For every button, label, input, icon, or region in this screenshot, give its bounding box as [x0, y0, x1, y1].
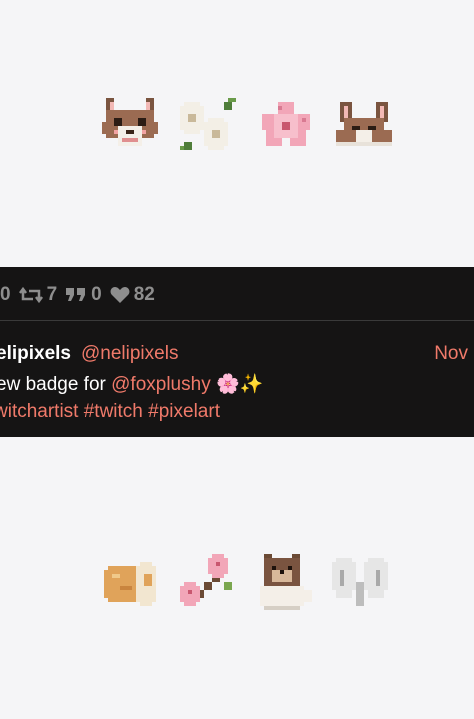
heart-icon — [110, 287, 130, 303]
blossom-emoji: 🌸 — [215, 373, 240, 395]
bear-mug-emote — [260, 554, 312, 610]
tweet-text-line-2: witchartist #twitch #pixelart — [0, 401, 220, 423]
tweet-text-line-1: ew badge for @foxplushy 🌸✨ — [0, 372, 263, 396]
user-handle[interactable]: @nelipixels — [81, 343, 178, 365]
fox-face-emote — [102, 98, 158, 146]
white-flowers-emote — [180, 98, 236, 150]
wings-emote — [332, 558, 388, 606]
mention-link[interactable]: @foxplushy — [111, 374, 211, 395]
tweet-stats: 0 7 0 82 — [0, 281, 155, 309]
like-count: 82 — [133, 284, 155, 305]
fox-ears-emote — [336, 102, 392, 146]
bottom-emote-row — [100, 550, 392, 614]
display-name[interactable]: elipixels — [0, 343, 71, 365]
reply-count-button[interactable]: 0 — [0, 284, 11, 306]
hashtag-links[interactable]: witchartist #twitch #pixelart — [0, 401, 220, 422]
retweet-icon — [18, 286, 43, 304]
top-emote-row — [98, 94, 396, 158]
swiss-roll-emote — [104, 562, 156, 606]
sparkles-emoji: ✨ — [239, 373, 264, 395]
quote-count: 0 — [91, 284, 102, 305]
divider — [0, 320, 474, 321]
tweet-text: ew badge for — [0, 374, 106, 395]
cherry-blossom-emote — [262, 102, 310, 146]
top-image-panel — [0, 0, 474, 267]
tweet-header: elipixels @nelipixels Nov — [0, 341, 474, 367]
quote-button[interactable]: 0 — [65, 284, 102, 306]
retweet-count: 7 — [46, 284, 58, 305]
tweet-date[interactable]: Nov — [434, 343, 468, 365]
retweet-button[interactable]: 7 — [18, 284, 58, 306]
reply-count: 0 — [0, 284, 11, 305]
quote-icon — [66, 288, 86, 301]
blossom-branch-emote — [180, 554, 232, 606]
like-button[interactable]: 82 — [110, 284, 155, 306]
